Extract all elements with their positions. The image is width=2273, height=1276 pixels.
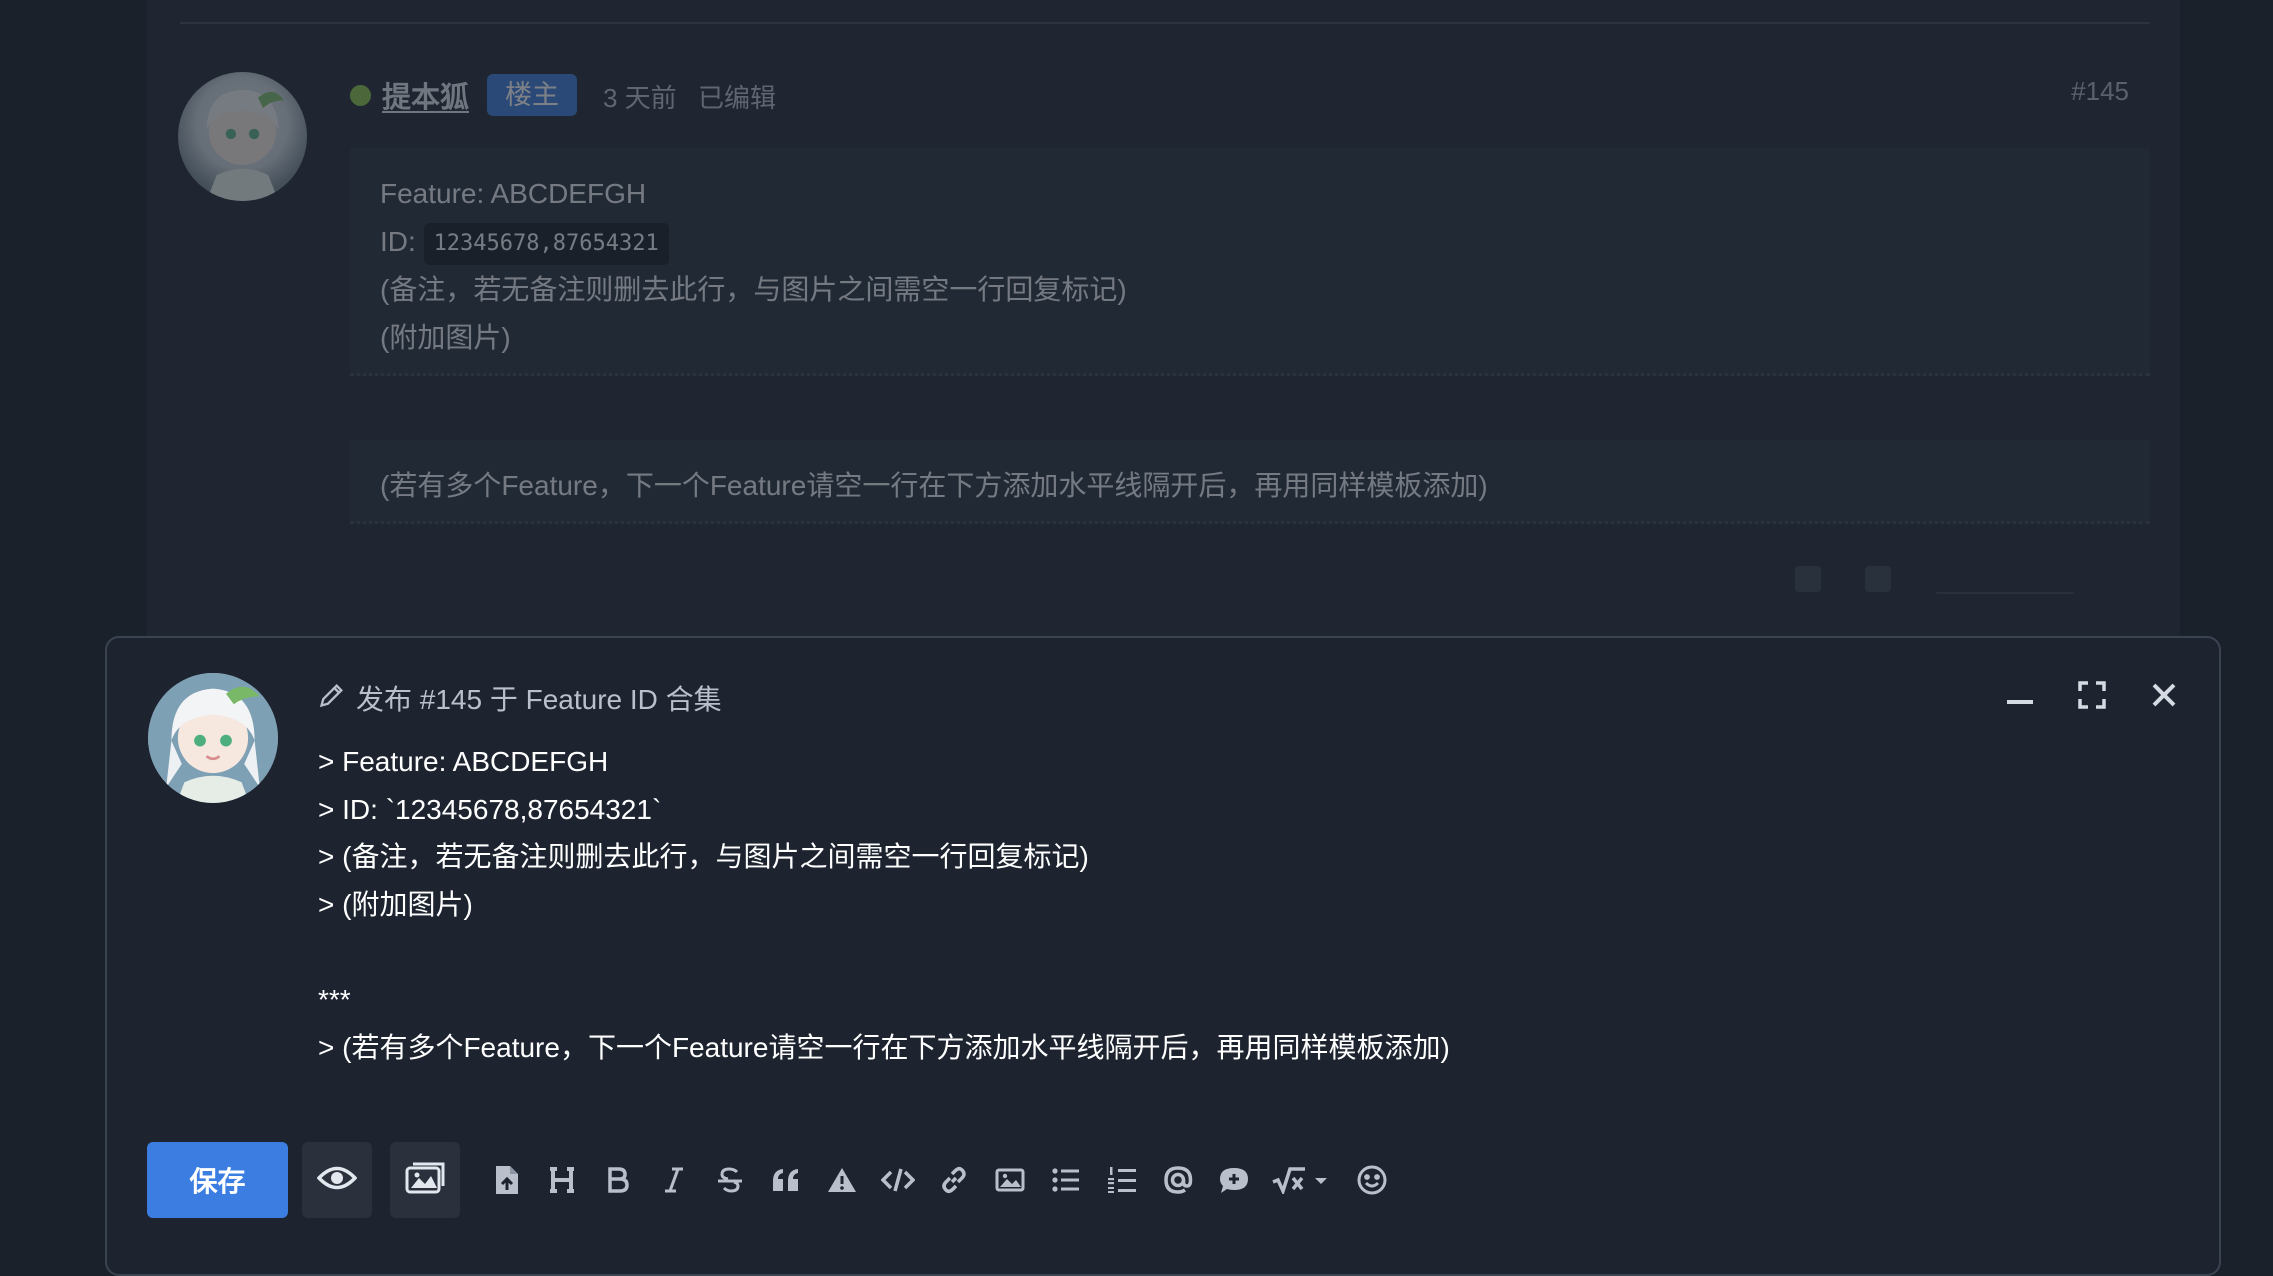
composer-header: 发布 #145 于 Feature ID 合集 [318, 678, 722, 718]
numbered-list-icon[interactable] [1094, 1150, 1150, 1210]
post-quote-block-2: (若有多个Feature，下一个Feature请空一行在下方添加水平线隔开后，再… [350, 440, 2150, 524]
heading-icon[interactable] [534, 1150, 590, 1210]
editor-line: > (附加图片) [318, 888, 473, 920]
composer-toolbar: 保存 [147, 1140, 1400, 1220]
inline-code: 12345678,87654321 [423, 222, 669, 265]
math-icon[interactable] [1262, 1150, 1338, 1210]
post-edited-label[interactable]: 已编辑 [698, 78, 776, 115]
fullscreen-icon[interactable] [2075, 678, 2109, 712]
italic-icon[interactable] [646, 1150, 702, 1210]
image-icon[interactable] [982, 1150, 1038, 1210]
op-badge: 楼主 [487, 74, 577, 116]
image-gallery-icon [405, 1160, 445, 1201]
bold-icon[interactable] [590, 1150, 646, 1210]
post-quote-block: Feature: ABCDEFGH ID: 12345678,87654321 … [350, 148, 2150, 376]
post-time[interactable]: 3 天前 [603, 78, 677, 115]
quote-line: (附加图片) [380, 322, 511, 353]
quote-line: (若有多个Feature，下一个Feature请空一行在下方添加水平线隔开后，再… [380, 470, 1488, 501]
online-status-dot [350, 85, 371, 106]
reply-bubble-icon[interactable] [1206, 1150, 1262, 1210]
editor-line: > ID: `12345678,87654321` [318, 793, 662, 825]
post-actions [1795, 566, 2075, 594]
composer-textarea[interactable]: > Feature: ABCDEFGH > ID: `12345678,87654… [318, 738, 2178, 1071]
reply-composer: 发布 #145 于 Feature ID 合集 > Feature: ABCDE… [105, 636, 2221, 1276]
post-number[interactable]: #145 [2071, 76, 2129, 107]
editor-line: > (若有多个Feature，下一个Feature请空一行在下方添加水平线隔开后… [318, 1031, 1450, 1063]
emoji-icon[interactable] [1344, 1150, 1400, 1210]
code-icon[interactable] [870, 1150, 926, 1210]
like-icon[interactable] [1795, 566, 1821, 592]
warning-icon[interactable] [814, 1150, 870, 1210]
quote-line: (备注，若无备注则删去此行，与图片之间需空一行回复标记) [380, 274, 1127, 305]
quote-icon[interactable] [758, 1150, 814, 1210]
eye-icon [316, 1163, 358, 1198]
mention-icon[interactable] [1150, 1150, 1206, 1210]
close-icon[interactable] [2147, 678, 2181, 712]
upload-file-icon[interactable] [478, 1150, 534, 1210]
editor-line: *** [318, 983, 351, 1015]
editor-line: > (备注，若无备注则删去此行，与图片之间需空一行回复标记) [318, 841, 1089, 873]
bookmark-icon[interactable] [1865, 566, 1891, 592]
pencil-icon [318, 681, 346, 716]
quote-line: ID: 12345678,87654321 [380, 218, 2150, 266]
image-grid-toggle-button[interactable] [390, 1142, 460, 1218]
quote-line: Feature: ABCDEFGH [380, 178, 647, 209]
author-avatar[interactable] [178, 72, 307, 201]
minimize-icon[interactable] [2003, 678, 2037, 712]
link-icon[interactable] [926, 1150, 982, 1210]
editor-line: > Feature: ABCDEFGH [318, 746, 609, 777]
strikethrough-icon[interactable] [702, 1150, 758, 1210]
preview-toggle-button[interactable] [302, 1142, 372, 1218]
post-action-menu[interactable] [1935, 566, 2075, 594]
bulleted-list-icon[interactable] [1038, 1150, 1094, 1210]
save-button[interactable]: 保存 [147, 1142, 288, 1218]
quote-id-label: ID: [380, 226, 416, 257]
composer-avatar [148, 673, 278, 803]
post-author-name[interactable]: 提本狐 [382, 74, 469, 116]
composer-title[interactable]: 发布 #145 于 Feature ID 合集 [356, 678, 722, 718]
